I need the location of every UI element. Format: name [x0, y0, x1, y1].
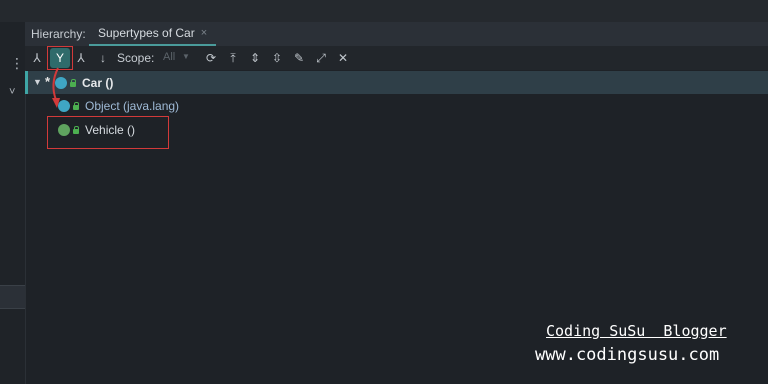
watermark-line1: Coding SuSu Blogger: [546, 322, 727, 340]
watermark-line2: www.codingsusu.com: [535, 345, 720, 365]
